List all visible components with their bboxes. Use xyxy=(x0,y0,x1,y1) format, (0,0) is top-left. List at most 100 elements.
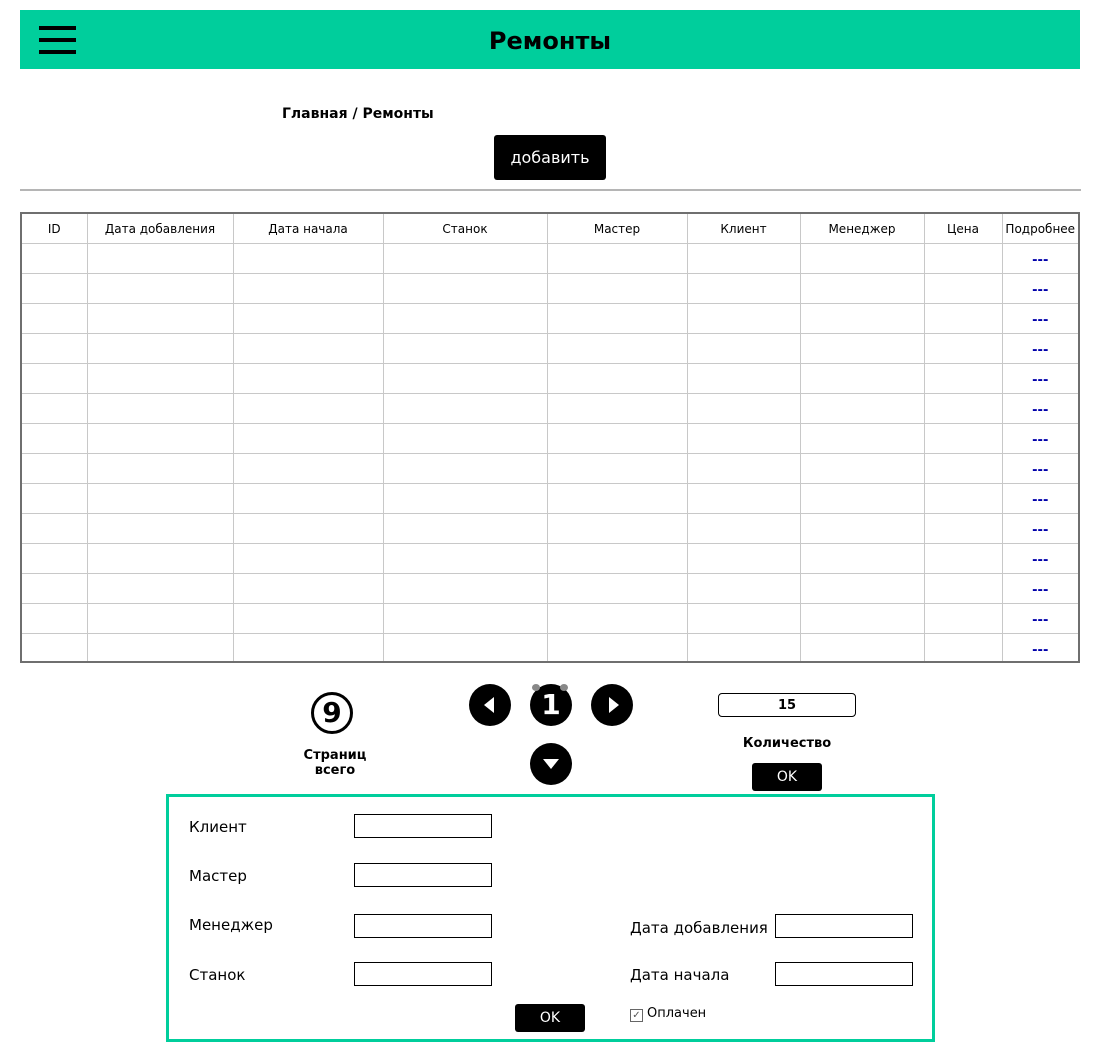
details-link[interactable]: --- xyxy=(1032,373,1048,388)
table-cell xyxy=(22,363,88,394)
triangle-left-icon xyxy=(484,697,494,713)
table-cell xyxy=(547,363,688,394)
column-header: Цена xyxy=(924,214,1003,244)
table-cell xyxy=(22,453,88,484)
details-link[interactable]: --- xyxy=(1032,343,1048,358)
table-row: --- xyxy=(22,333,1078,364)
table-cell xyxy=(687,513,801,544)
table-cell xyxy=(687,273,801,304)
table-cell xyxy=(687,573,801,604)
table-cell xyxy=(383,573,548,604)
table-cell xyxy=(87,483,234,514)
divider xyxy=(20,189,1081,191)
details-link[interactable]: --- xyxy=(1032,583,1048,598)
table-row: --- xyxy=(22,243,1078,274)
details-link[interactable]: --- xyxy=(1032,403,1048,418)
column-header: Менеджер xyxy=(800,214,925,244)
details-link[interactable]: --- xyxy=(1032,643,1048,658)
table-cell xyxy=(383,633,548,661)
master-field[interactable] xyxy=(354,863,492,887)
table-cell xyxy=(87,393,234,424)
prev-page-button[interactable] xyxy=(469,684,511,726)
table-cell xyxy=(800,243,925,274)
table-cell xyxy=(924,243,1003,274)
paid-checkbox-row[interactable]: ✓ Оплачен xyxy=(630,1006,706,1022)
details-link[interactable]: --- xyxy=(1032,313,1048,328)
details-link[interactable]: --- xyxy=(1032,493,1048,508)
table-cell xyxy=(233,513,384,544)
table-cell xyxy=(687,333,801,364)
page-title: Ремонты xyxy=(488,27,612,55)
table-cell xyxy=(22,333,88,364)
table-cell xyxy=(383,483,548,514)
table-cell xyxy=(800,393,925,424)
details-link[interactable]: --- xyxy=(1032,523,1048,538)
total-pages-badge: 9 xyxy=(311,692,353,734)
table-cell xyxy=(800,513,925,544)
table-cell: --- xyxy=(1002,603,1078,634)
table-cell xyxy=(233,303,384,334)
table-cell xyxy=(800,543,925,574)
table-cell xyxy=(547,573,688,604)
table-cell xyxy=(87,603,234,634)
table-cell: --- xyxy=(1002,453,1078,484)
table-cell xyxy=(22,543,88,574)
table-row: --- xyxy=(22,453,1078,484)
table-cell: --- xyxy=(1002,423,1078,454)
table-cell xyxy=(547,633,688,661)
column-header: Дата начала xyxy=(233,214,384,244)
table-cell xyxy=(547,423,688,454)
paid-checkbox[interactable]: ✓ xyxy=(630,1009,643,1022)
table-cell xyxy=(800,363,925,394)
table-cell xyxy=(800,633,925,661)
table-cell xyxy=(22,483,88,514)
table-cell xyxy=(924,393,1003,424)
manager-field[interactable] xyxy=(354,914,492,938)
table-cell: --- xyxy=(1002,573,1078,604)
table-cell xyxy=(547,243,688,274)
details-link[interactable]: --- xyxy=(1032,463,1048,478)
details-link[interactable]: --- xyxy=(1032,613,1048,628)
table-cell xyxy=(924,363,1003,394)
table-row: --- xyxy=(22,603,1078,634)
table-row: --- xyxy=(22,393,1078,424)
table-cell xyxy=(547,273,688,304)
table-cell xyxy=(233,393,384,424)
table-cell xyxy=(22,393,88,424)
table-cell xyxy=(383,543,548,574)
details-link[interactable]: --- xyxy=(1032,553,1048,568)
quantity-ok-button[interactable]: OK xyxy=(752,763,822,791)
quantity-input[interactable] xyxy=(718,693,856,717)
next-page-button[interactable] xyxy=(591,684,633,726)
manager-label: Менеджер xyxy=(189,916,273,934)
table-cell xyxy=(924,453,1003,484)
breadcrumb: Главная / Ремонты xyxy=(282,106,434,122)
date-start-field[interactable] xyxy=(775,962,913,986)
details-link[interactable]: --- xyxy=(1032,283,1048,298)
table-cell xyxy=(800,603,925,634)
filter-ok-button[interactable]: OK xyxy=(515,1004,585,1032)
date-added-field[interactable] xyxy=(775,914,913,938)
table-cell xyxy=(924,543,1003,574)
triangle-down-icon xyxy=(543,759,559,769)
table-cell: --- xyxy=(1002,483,1078,514)
table-cell xyxy=(924,333,1003,364)
machine-field[interactable] xyxy=(354,962,492,986)
table-cell xyxy=(233,483,384,514)
page-dots-decoration xyxy=(530,684,572,692)
toggle-filter-button[interactable] xyxy=(530,743,572,785)
date-added-label: Дата добавления xyxy=(630,919,768,937)
table-cell xyxy=(383,363,548,394)
client-field[interactable] xyxy=(354,814,492,838)
add-button[interactable]: добавить xyxy=(494,135,606,180)
table-cell xyxy=(87,633,234,661)
table-cell xyxy=(924,603,1003,634)
table-row: --- xyxy=(22,543,1078,574)
table-cell xyxy=(383,453,548,484)
table-cell xyxy=(383,423,548,454)
details-link[interactable]: --- xyxy=(1032,433,1048,448)
column-header: ID xyxy=(22,214,88,244)
table-row: --- xyxy=(22,303,1078,334)
table-cell xyxy=(547,303,688,334)
details-link[interactable]: --- xyxy=(1032,253,1048,268)
